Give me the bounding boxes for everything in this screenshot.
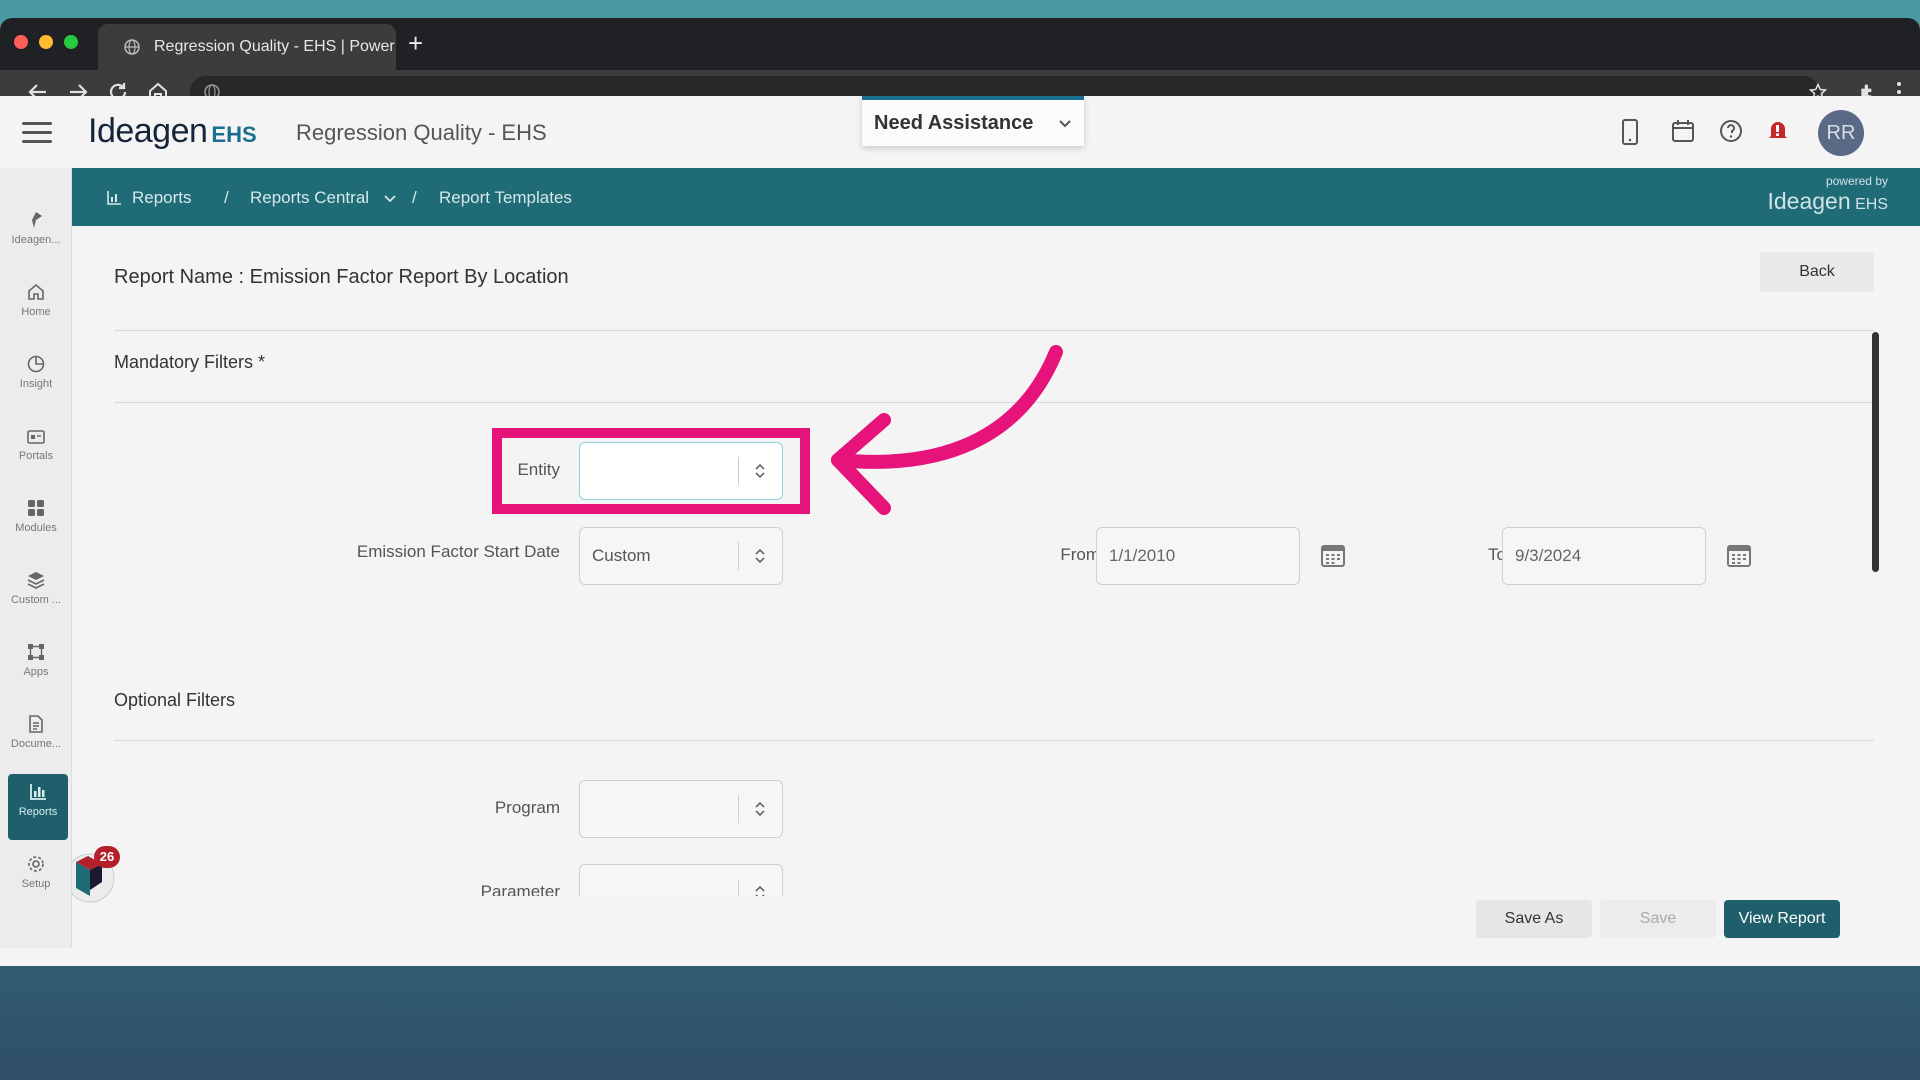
insight-icon [27, 355, 45, 373]
sidebar-item-modules[interactable]: Modules [0, 490, 72, 556]
up-down-arrows-icon [755, 885, 765, 896]
sidebar-item-ideagen[interactable]: Ideagen... [0, 202, 72, 268]
emission-factor-start-date-select[interactable]: Custom [579, 527, 783, 585]
mandatory-filters-title: Mandatory Filters * [114, 352, 266, 372]
save-as-button[interactable]: Save As [1476, 900, 1592, 938]
chevron-down-icon[interactable] [384, 194, 396, 204]
divider [114, 330, 1874, 331]
app-title: Regression Quality - EHS [296, 120, 547, 145]
save-button[interactable]: Save [1600, 900, 1716, 938]
browser-tab[interactable]: Regression Quality - EHS | Power [98, 24, 396, 70]
from-label: From [1060, 545, 1100, 564]
app-header: Ideagen EHS Regression Quality - EHS Need… [0, 96, 1920, 168]
annotation-arrow-icon [831, 345, 1063, 515]
apps-icon [28, 644, 44, 660]
new-tab-button[interactable]: + [408, 30, 423, 56]
ideagen-icon [32, 212, 42, 228]
chevron-down-icon [1059, 120, 1071, 128]
up-down-arrows-icon [755, 801, 765, 817]
portals-icon [27, 430, 45, 444]
documents-icon [29, 715, 43, 733]
mobile-icon[interactable] [1620, 118, 1640, 146]
program-select[interactable] [579, 780, 783, 838]
sidebar-item-home[interactable]: Home [0, 274, 72, 340]
parameter-label: Parameter [480, 882, 560, 896]
browser-tab-title: Regression Quality - EHS | Power [154, 38, 395, 55]
to-date-input[interactable]: 9/3/2024 [1502, 527, 1706, 585]
calendar-icon[interactable] [1320, 542, 1346, 568]
notification-bell-icon[interactable] [1766, 118, 1790, 144]
browser-tab-bar: Regression Quality - EHS | Power + [0, 18, 1920, 70]
breadcrumb-separator: / [412, 188, 417, 207]
help-icon[interactable] [1718, 118, 1744, 144]
sidebar-item-apps[interactable]: Apps [0, 634, 72, 700]
gear-icon [28, 856, 44, 872]
need-assistance-label: Need Assistance [874, 112, 1034, 134]
report-name-title: Report Name : Emission Factor Report By … [114, 266, 569, 288]
view-report-button[interactable]: View Report [1724, 900, 1840, 938]
calendar-icon[interactable] [1670, 118, 1696, 144]
maximize-window-button[interactable] [64, 35, 78, 49]
powered-by-logo: powered by Ideagen EHS [1767, 174, 1889, 214]
breadcrumb: Reports / Reports Central / Report Templ… [72, 168, 1920, 226]
sidebar-item-portals[interactable]: Portals [0, 418, 72, 484]
emission-factor-start-date-label: Emission Factor Start Date [356, 542, 560, 561]
report-actions-footer: Save As Save View Report [72, 896, 1920, 948]
modules-icon [28, 500, 44, 516]
notification-badge: 26 [94, 846, 120, 868]
sidebar-item-documents[interactable]: Docume... [0, 706, 72, 772]
minimize-window-button[interactable] [39, 35, 53, 49]
from-date-input[interactable]: 1/1/2010 [1096, 527, 1300, 585]
breadcrumb-reports[interactable]: Reports [132, 188, 192, 208]
close-window-button[interactable] [14, 35, 28, 49]
user-avatar[interactable]: RR [1818, 110, 1864, 156]
annotation-highlight-box [492, 428, 810, 514]
breadcrumb-report-templates: Report Templates [439, 188, 572, 207]
globe-icon [124, 39, 140, 55]
custom-icon [27, 572, 45, 589]
hamburger-menu-icon[interactable] [22, 122, 52, 143]
sidebar-item-custom[interactable]: Custom ... [0, 562, 72, 628]
calendar-icon[interactable] [1726, 542, 1752, 568]
program-label: Program [494, 798, 560, 817]
left-sidebar: Ideagen... Home Insight Portals Modules … [0, 168, 72, 948]
sidebar-item-setup[interactable]: Setup [0, 846, 72, 912]
content-scrollbar[interactable] [1872, 332, 1879, 572]
reports-icon [107, 191, 121, 205]
home-icon [28, 283, 44, 300]
to-label: To [1488, 545, 1506, 564]
sidebar-item-reports[interactable]: Reports [8, 774, 68, 840]
breadcrumb-reports-central[interactable]: Reports Central [250, 188, 369, 208]
parameter-row-clip: Parameter [372, 862, 892, 896]
sidebar-item-insight[interactable]: Insight [0, 346, 72, 412]
reports-icon [30, 784, 46, 800]
report-content: Report Name : Emission Factor Report By … [72, 226, 1920, 948]
optional-filters-title: Optional Filters [114, 690, 236, 710]
breadcrumb-separator: / [224, 188, 229, 207]
parameter-select[interactable] [579, 864, 783, 896]
up-down-arrows-icon [755, 548, 765, 564]
need-assistance-dropdown[interactable]: Need Assistance [862, 96, 1084, 146]
back-button[interactable]: Back [1760, 252, 1874, 292]
divider [114, 740, 1874, 741]
ideagen-logo: Ideagen EHS [88, 112, 257, 150]
